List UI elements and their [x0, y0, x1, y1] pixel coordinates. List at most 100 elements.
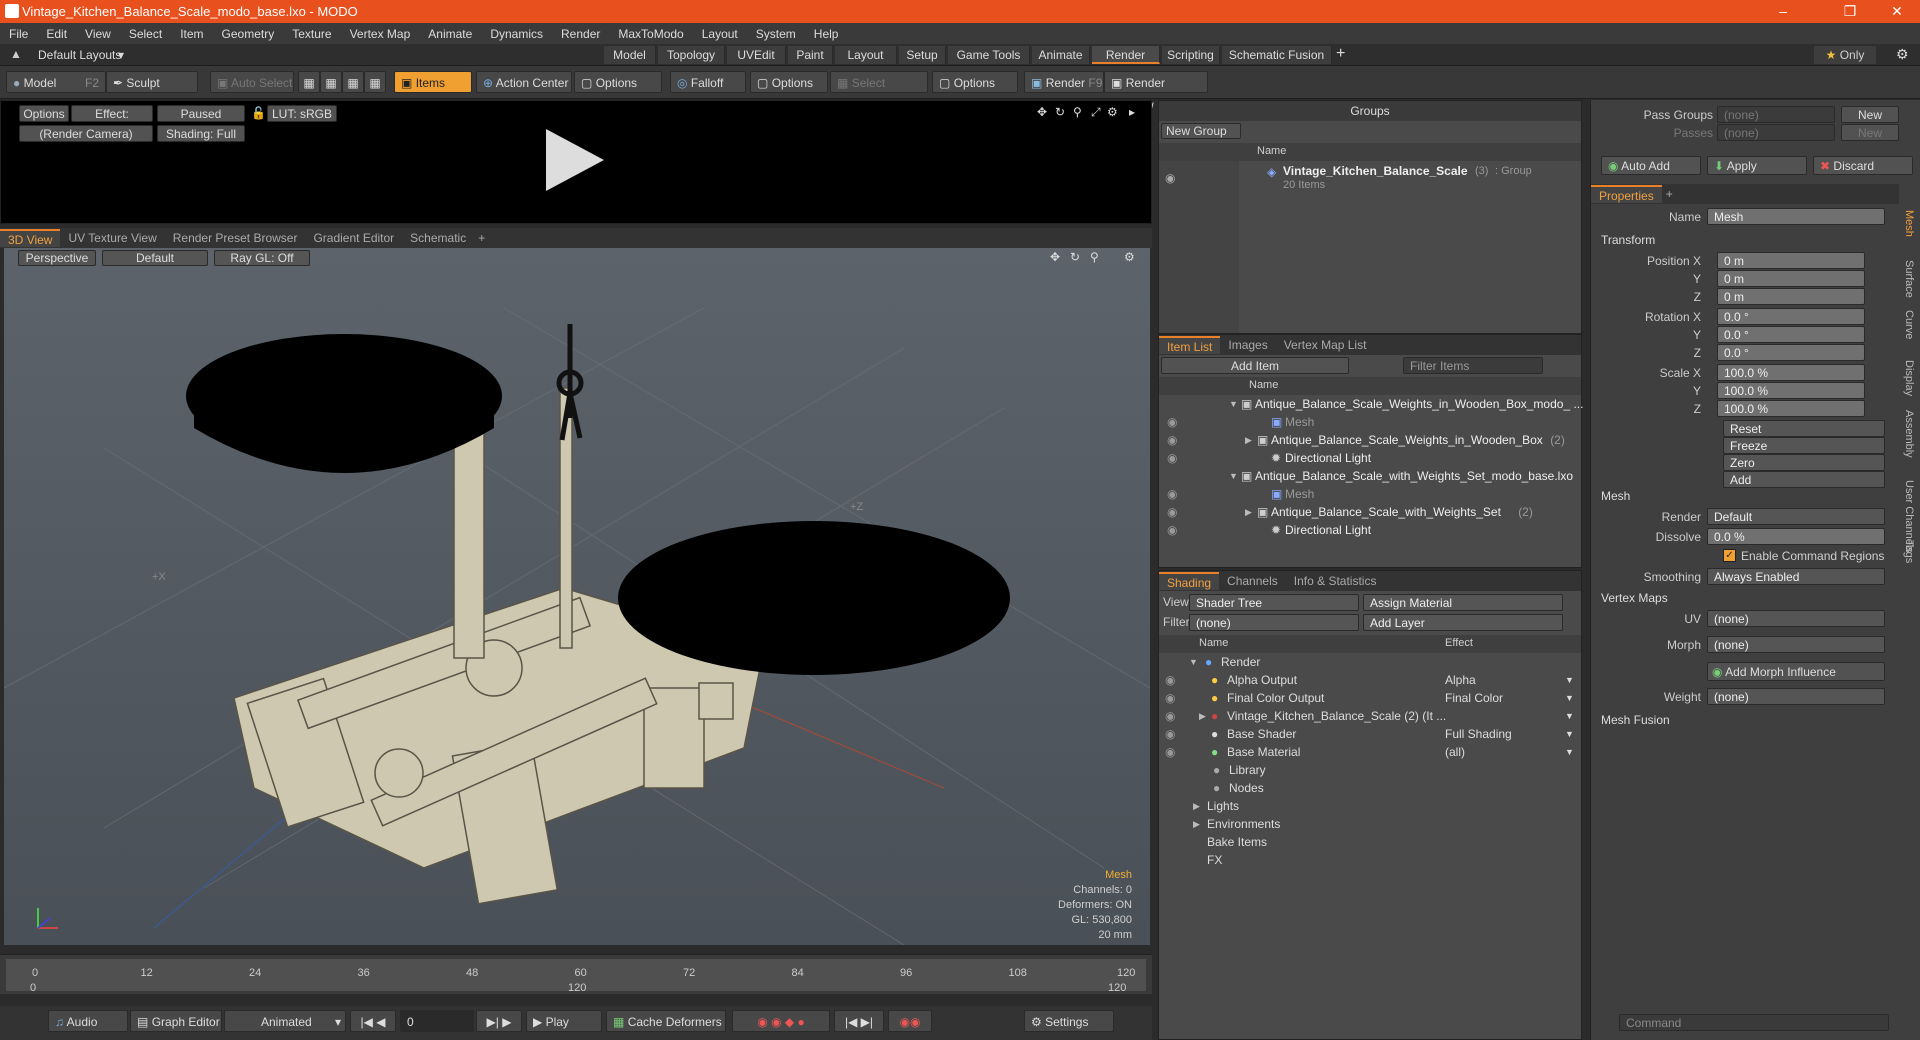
eye-icon[interactable]: ◉ [1165, 707, 1175, 725]
side-tab-surface[interactable]: Surface [1903, 260, 1915, 298]
shader-tree-row[interactable]: Bake Items [1159, 833, 1581, 851]
dissolve-field[interactable]: 0.0 % [1707, 528, 1885, 545]
side-tab-mesh[interactable]: Mesh [1903, 210, 1915, 237]
close-icon[interactable]: ✕ [1874, 0, 1920, 23]
key-nav-icons[interactable]: |◀ ▶| [834, 1010, 884, 1032]
menu-layout[interactable]: Layout [693, 27, 747, 41]
gear-icon[interactable]: ⚙ [1124, 250, 1135, 264]
item-list-row[interactable]: ◉ ▶ ▣ Antique_Balance_Scale_Weights_in_Wood… [1159, 431, 1581, 449]
add-dropdown[interactable]: Add [1723, 471, 1885, 488]
eye-icon[interactable]: ◉ [1165, 689, 1175, 707]
eye-icon[interactable]: ◉ [1165, 743, 1175, 761]
skip-end-icon[interactable]: ▶| ▶ [476, 1010, 522, 1032]
layout-menu-icon[interactable]: ▲ [10, 47, 22, 61]
new-pass-button[interactable]: New [1841, 124, 1899, 141]
shader-effect[interactable]: Final Color [1445, 689, 1503, 707]
weight-dropdown[interactable]: (none) [1707, 688, 1885, 705]
side-tab-curve[interactable]: Curve [1903, 310, 1915, 339]
apply-button[interactable]: ⬇ Apply [1707, 156, 1807, 175]
menu-render[interactable]: Render [552, 27, 609, 41]
skip-start-icon[interactable]: |◀ ◀ [350, 1010, 396, 1032]
item-list-row[interactable]: ▼ ▣ Antique_Balance_Scale_Weights_in_Woode… [1159, 395, 1583, 413]
layout-tab-scripting[interactable]: Scripting [1162, 46, 1220, 64]
new-pass-group-button[interactable]: New [1841, 106, 1899, 123]
auto-add-button[interactable]: ◉ Auto Add [1601, 156, 1701, 175]
layout-tab-topology[interactable]: Topology [658, 46, 725, 64]
shader-tree-row[interactable]: ◉ ● Alpha Output Alpha ▼ [1159, 671, 1581, 689]
expand-down-icon[interactable]: ▼ [1189, 653, 1198, 671]
vertex-maps-section[interactable]: Vertex Maps [1601, 590, 1668, 607]
item-list-row[interactable]: ◉ ✹ Directional Light [1159, 521, 1581, 539]
action-center-options-button[interactable]: ▢ Options [574, 71, 662, 93]
eye-icon[interactable]: ◉ [1167, 431, 1177, 449]
layout-tab-layout[interactable]: Layout [835, 46, 897, 64]
tab-vertex-map-list[interactable]: Vertex Map List [1276, 336, 1375, 354]
new-group-button[interactable]: New Group [1161, 123, 1241, 139]
preview-options-button[interactable]: Options [19, 105, 69, 122]
chevron-down-icon[interactable]: ▼ [1565, 707, 1574, 725]
add-tab-icon[interactable]: + [474, 231, 489, 245]
shader-effect[interactable]: (all) [1445, 743, 1465, 761]
timeline[interactable]: 0 12 24 36 48 60 72 84 96 108 120 0 120 120 [0, 954, 1152, 994]
viewport-tab-render-preset-browser[interactable]: Render Preset Browser [165, 229, 306, 247]
graph-editor-button[interactable]: ▤ Graph Editor [130, 1010, 222, 1032]
eye-icon[interactable]: ◉ [1167, 413, 1177, 431]
assign-material-dropdown[interactable]: Assign Material [1363, 594, 1563, 611]
shader-tree-row[interactable]: ● Nodes [1159, 779, 1581, 797]
rotation-x-field[interactable]: 0.0 ° [1717, 308, 1865, 325]
viewport-tab-schematic[interactable]: Schematic [402, 229, 474, 247]
minimize-icon[interactable]: – [1760, 0, 1806, 23]
perspective-dropdown[interactable]: Perspective [18, 250, 96, 266]
tab-channels[interactable]: Channels [1219, 572, 1286, 590]
move-view-icon[interactable]: ✥ [1037, 105, 1047, 119]
polygon-select-icon[interactable]: ▦ [342, 71, 364, 93]
tab-item-list[interactable]: Item List [1159, 336, 1221, 354]
shader-tree-row[interactable]: ▶ Lights [1159, 797, 1581, 815]
eye-icon[interactable]: ◉ [1167, 503, 1177, 521]
morph-dropdown[interactable]: (none) [1707, 636, 1885, 653]
falloff-options-button[interactable]: ▢ Options [750, 71, 828, 93]
smoothing-dropdown[interactable]: Always Enabled [1707, 568, 1885, 585]
position-x-field[interactable]: 0 m [1717, 252, 1865, 269]
play-icon[interactable] [546, 129, 604, 191]
shader-effect[interactable]: Full Shading [1445, 725, 1512, 743]
menu-texture[interactable]: Texture [283, 27, 340, 41]
layout-tab-setup[interactable]: Setup [899, 46, 946, 64]
cache-deformers-button[interactable]: ▦ Cache Deformers [606, 1010, 726, 1032]
current-frame-field[interactable]: 0 [400, 1010, 474, 1032]
tab-shading[interactable]: Shading [1159, 572, 1220, 590]
filter-dropdown[interactable]: (none) [1189, 614, 1359, 631]
side-tab-tags[interactable]: Tags [1903, 540, 1915, 563]
menu-animate[interactable]: Animate [419, 27, 481, 41]
eye-icon[interactable]: ◉ [1167, 485, 1177, 503]
eye-icon[interactable]: ◉ [1167, 521, 1177, 539]
add-layout-icon[interactable]: + [1336, 45, 1345, 63]
sculpt-mode-button[interactable]: ✒ Sculpt [106, 71, 198, 93]
menu-help[interactable]: Help [805, 27, 848, 41]
shader-tree-row[interactable]: ◉ ● Final Color Output Final Color ▼ [1159, 689, 1581, 707]
item-list-row[interactable]: ▼ ▣ Antique_Balance_Scale_with_Weights_Set… [1159, 467, 1581, 485]
item-list-row[interactable]: ◉ ✹ Directional Light [1159, 449, 1581, 467]
render-dropdown[interactable]: Default [1707, 508, 1885, 525]
filter-items-field[interactable]: Filter Items [1403, 357, 1543, 374]
passes-dropdown[interactable]: (none) [1717, 124, 1835, 141]
mesh-section[interactable]: Mesh [1601, 488, 1630, 505]
position-z-field[interactable]: 0 m [1717, 288, 1865, 305]
expand-arrow-icon[interactable]: ▸ [1129, 105, 1135, 119]
rotate-view-icon[interactable]: ↻ [1070, 250, 1080, 264]
expand-right-icon[interactable]: ▶ [1245, 503, 1252, 521]
shader-tree-row[interactable]: ▼ ● Render [1159, 653, 1581, 671]
layout-tab-paint[interactable]: Paint [788, 46, 833, 64]
material-select-icon[interactable]: ▦ [364, 71, 386, 93]
key-tools-icons[interactable]: ◉ ◉ ◆ ● [732, 1010, 830, 1032]
discard-button[interactable]: ✖ Discard [1813, 156, 1913, 175]
audio-button[interactable]: ♫ Audio [48, 1010, 128, 1032]
expand-right-icon[interactable]: ▶ [1245, 431, 1252, 449]
item-list-row[interactable]: ◉ ▣ Mesh [1159, 413, 1581, 431]
menu-edit[interactable]: Edit [37, 27, 76, 41]
select-options-button[interactable]: ▢ Options [932, 71, 1018, 93]
enable-command-regions-checkbox[interactable]: ✓ [1723, 549, 1736, 562]
scale-z-field[interactable]: 100.0 % [1717, 400, 1865, 417]
rotate-view-icon[interactable]: ↻ [1055, 105, 1065, 119]
expand-down-icon[interactable]: ▼ [1229, 467, 1238, 485]
